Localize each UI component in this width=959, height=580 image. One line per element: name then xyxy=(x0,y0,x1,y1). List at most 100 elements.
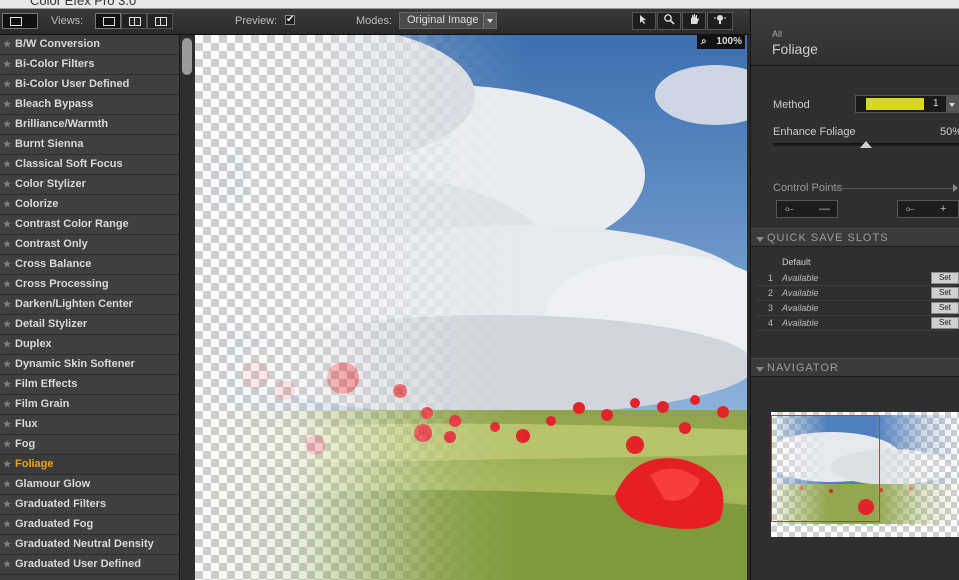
slot-status: Available xyxy=(782,318,819,328)
star-icon: ★ xyxy=(3,39,12,49)
slot-set-button[interactable]: Set xyxy=(931,317,959,329)
filter-item[interactable]: ★ Cross Balance xyxy=(0,255,179,275)
view-single-button[interactable] xyxy=(95,13,121,29)
filter-label: Bleach Bypass xyxy=(15,98,94,110)
filter-item[interactable]: ★ B/W Conversion xyxy=(0,35,179,55)
filter-item[interactable]: ★ Film Grain xyxy=(0,395,179,415)
filter-label: B/W Conversion xyxy=(15,38,100,50)
filter-item[interactable]: ★ Bi-Color User Defined xyxy=(0,75,179,95)
slider-thumb[interactable] xyxy=(859,141,872,148)
filter-label: Fog xyxy=(15,438,36,450)
zoom-value: 100% xyxy=(716,36,742,47)
slot-status: Available xyxy=(782,303,819,313)
filter-item[interactable]: ★ Color Stylizer xyxy=(0,175,179,195)
star-icon: ★ xyxy=(3,99,12,109)
collapse-icon xyxy=(756,367,764,372)
remove-control-point-button[interactable]: ⟜ — xyxy=(776,200,838,218)
filter-item[interactable]: ★ Classical Soft Focus xyxy=(0,155,179,175)
filter-item[interactable]: ★ Glamour Glow xyxy=(0,475,179,495)
view-side-by-side-button[interactable] xyxy=(147,13,173,29)
chevron-right-icon[interactable] xyxy=(953,184,958,192)
filter-item[interactable]: ★ Burnt Sienna xyxy=(0,135,179,155)
filter-list: ★ B/W Conversion ★ Bi-Color Filters ★ Bi-Colo… xyxy=(0,35,179,580)
pointer-icon xyxy=(640,15,646,24)
image-preview-canvas[interactable]: ⌕ 100% xyxy=(195,35,747,580)
breadcrumb[interactable]: All xyxy=(772,29,782,39)
star-icon: ★ xyxy=(3,239,12,249)
filter-item[interactable]: ★ Brilliance/Warmth xyxy=(0,115,179,135)
filter-item[interactable]: ★ Detail Stylizer xyxy=(0,315,179,335)
filter-label: Detail Stylizer xyxy=(15,318,88,330)
method-select[interactable]: 1 xyxy=(855,95,959,113)
filter-label: Contrast Color Range xyxy=(15,218,129,230)
views-label: Views: xyxy=(51,15,84,27)
slot-number: 2 xyxy=(768,288,774,298)
preview-checkbox[interactable]: ✔ xyxy=(285,15,295,25)
filter-label: Classical Soft Focus xyxy=(15,158,123,170)
filter-label: Darken/Lighten Center xyxy=(15,298,133,310)
star-icon: ★ xyxy=(3,119,12,129)
zoom-icon: ⌕ xyxy=(701,36,707,47)
filter-item[interactable]: ★ Graduated User Defined xyxy=(0,555,179,575)
star-icon: ★ xyxy=(3,199,12,209)
slot-set-button[interactable]: Set xyxy=(931,272,959,284)
hand-tool-button[interactable] xyxy=(682,12,706,30)
star-icon: ★ xyxy=(3,359,12,369)
star-icon: ★ xyxy=(3,59,12,69)
filter-label: Duplex xyxy=(15,338,52,350)
chevron-down-icon xyxy=(946,96,958,112)
navigator-header[interactable]: NAVIGATOR xyxy=(751,358,959,377)
lightbulb-tool-button[interactable] xyxy=(707,12,733,30)
poppy-field-image xyxy=(195,35,747,580)
filter-item[interactable]: ★ Graduated Filters xyxy=(0,495,179,515)
slots-default-label: Default xyxy=(782,257,811,267)
quick-save-slots-label: QUICK SAVE SLOTS xyxy=(767,232,889,244)
navigator-viewport-frame[interactable] xyxy=(771,415,880,522)
filter-item[interactable]: ★ Graduated Fog xyxy=(0,515,179,535)
view-split-button[interactable] xyxy=(121,13,147,29)
filter-settings-panel: All Foliage Method 1 Enhance Foliage 50%… xyxy=(750,9,959,580)
navigator-thumbnail[interactable] xyxy=(771,412,959,537)
filter-item[interactable]: ★ Darken/Lighten Center xyxy=(0,295,179,315)
slot-status: Available xyxy=(782,288,819,298)
filter-label: Film Grain xyxy=(15,398,70,410)
filter-label: Bi-Color Filters xyxy=(15,58,95,70)
panel-toggle-button[interactable] xyxy=(2,13,38,29)
zoom-tool-button[interactable] xyxy=(657,12,681,30)
slot-divider xyxy=(756,330,956,331)
slot-status: Available xyxy=(782,273,819,283)
zoom-icon xyxy=(664,14,675,25)
plus-icon: + xyxy=(940,203,947,215)
slot-set-button[interactable]: Set xyxy=(931,287,959,299)
star-icon: ★ xyxy=(3,499,12,509)
quick-save-slot: 4 Available Set xyxy=(751,316,959,331)
filter-item[interactable]: ★ Film Effects xyxy=(0,375,179,395)
filter-item[interactable]: ★ Colorize xyxy=(0,195,179,215)
filter-item[interactable]: ★ Contrast Only xyxy=(0,235,179,255)
quick-save-slots-header[interactable]: QUICK SAVE SLOTS xyxy=(751,228,959,247)
filter-item[interactable]: ★ Bleach Bypass xyxy=(0,95,179,115)
filter-list-scrollbar[interactable] xyxy=(179,35,195,580)
star-icon: ★ xyxy=(3,319,12,329)
method-swatch xyxy=(866,98,924,110)
collapse-icon xyxy=(756,237,764,242)
add-control-point-button[interactable]: ⟜ + xyxy=(897,200,959,218)
filter-item[interactable]: ★ Dynamic Skin Softener xyxy=(0,355,179,375)
scrollbar-thumb[interactable] xyxy=(182,38,192,75)
filter-item[interactable]: ★ Fog xyxy=(0,435,179,455)
pointer-tool-button[interactable] xyxy=(632,12,656,30)
filter-item[interactable]: ★ Graduated Neutral Density xyxy=(0,535,179,555)
slot-set-button[interactable]: Set xyxy=(931,302,959,314)
filter-label: Graduated Fog xyxy=(15,518,94,530)
mode-select[interactable]: Original Image xyxy=(399,12,497,29)
filter-item[interactable]: ★ Flux xyxy=(0,415,179,435)
filter-item[interactable]: ★ Duplex xyxy=(0,335,179,355)
filter-label: Brilliance/Warmth xyxy=(15,118,109,130)
filter-item[interactable]: ★ Contrast Color Range xyxy=(0,215,179,235)
star-icon: ★ xyxy=(3,79,12,89)
enhance-foliage-label: Enhance Foliage xyxy=(773,126,856,138)
filter-item[interactable]: ★ Foliage xyxy=(0,455,179,475)
star-icon: ★ xyxy=(3,379,12,389)
filter-item[interactable]: ★ Cross Processing xyxy=(0,275,179,295)
filter-item[interactable]: ★ Bi-Color Filters xyxy=(0,55,179,75)
